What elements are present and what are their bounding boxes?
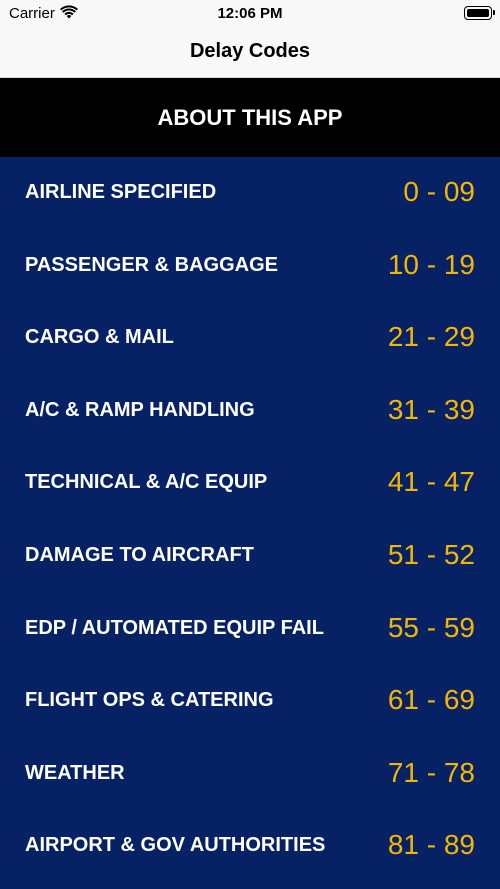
delay-category-row[interactable]: PASSENGER & BAGGAGE 10 - 19 [0,230,500,303]
delay-category-row[interactable]: AIRLINE SPECIFIED 0 - 09 [0,157,500,230]
delay-category-label: CARGO & MAIL [25,326,174,349]
delay-category-label: WEATHER [25,761,125,784]
delay-category-row[interactable]: EDP / AUTOMATED EQUIP FAIL 55 - 59 [0,593,500,666]
delay-category-row[interactable]: WEATHER 71 - 78 [0,738,500,811]
delay-category-label: A/C & RAMP HANDLING [25,398,255,421]
delay-category-row[interactable]: TECHNICAL & A/C EQUIP 41 - 47 [0,447,500,520]
delay-code-range: 41 - 47 [387,466,475,498]
delay-code-range: 10 - 19 [387,248,475,280]
delay-category-label: DAMAGE TO AIRCRAFT [25,543,254,566]
delay-code-range: 31 - 39 [387,393,475,425]
delay-category-row[interactable]: CARGO & MAIL 21 - 29 [0,302,500,375]
page-title: Delay Codes [189,40,311,62]
delay-category-label: AIRPORT & GOV AUTHORITIES [25,834,326,857]
delay-category-label: FLIGHT OPS & CATERING [25,689,274,712]
about-app-label: ABOUT THIS APP [157,105,343,130]
delay-category-label: PASSENGER & BAGGAGE [25,253,278,276]
delay-code-range: 81 - 89 [387,829,475,861]
delay-category-row[interactable]: DAMAGE TO AIRCRAFT 51 - 52 [0,520,500,593]
delay-category-label: EDP / AUTOMATED EQUIP FAIL [25,616,324,639]
delay-code-list: AIRLINE SPECIFIED 0 - 09 PASSENGER & BAGGA… [0,157,500,883]
delay-category-row[interactable]: A/C & RAMP HANDLING 31 - 39 [0,375,500,448]
delay-code-range: 71 - 78 [387,756,475,788]
status-bar: Carrier 12:06 PM [0,0,500,28]
navigation-bar: Delay Codes [0,28,500,78]
delay-code-range: 55 - 59 [387,611,475,643]
delay-code-range: 21 - 29 [387,321,475,353]
about-app-button[interactable]: ABOUT THIS APP [0,78,500,157]
delay-category-label: TECHNICAL & A/C EQUIP [25,471,268,494]
battery-icon [464,6,495,20]
delay-code-range: 61 - 69 [387,684,475,716]
delay-category-row[interactable]: FLIGHT OPS & CATERING 61 - 69 [0,665,500,738]
delay-code-range: 0 - 09 [403,176,475,207]
delay-code-range: 51 - 52 [387,538,475,570]
delay-category-row[interactable]: AIRPORT & GOV AUTHORITIES 81 - 89 [0,810,500,883]
clock: 12:06 PM [217,5,283,22]
delay-category-label: AIRLINE SPECIFIED [25,181,217,203]
